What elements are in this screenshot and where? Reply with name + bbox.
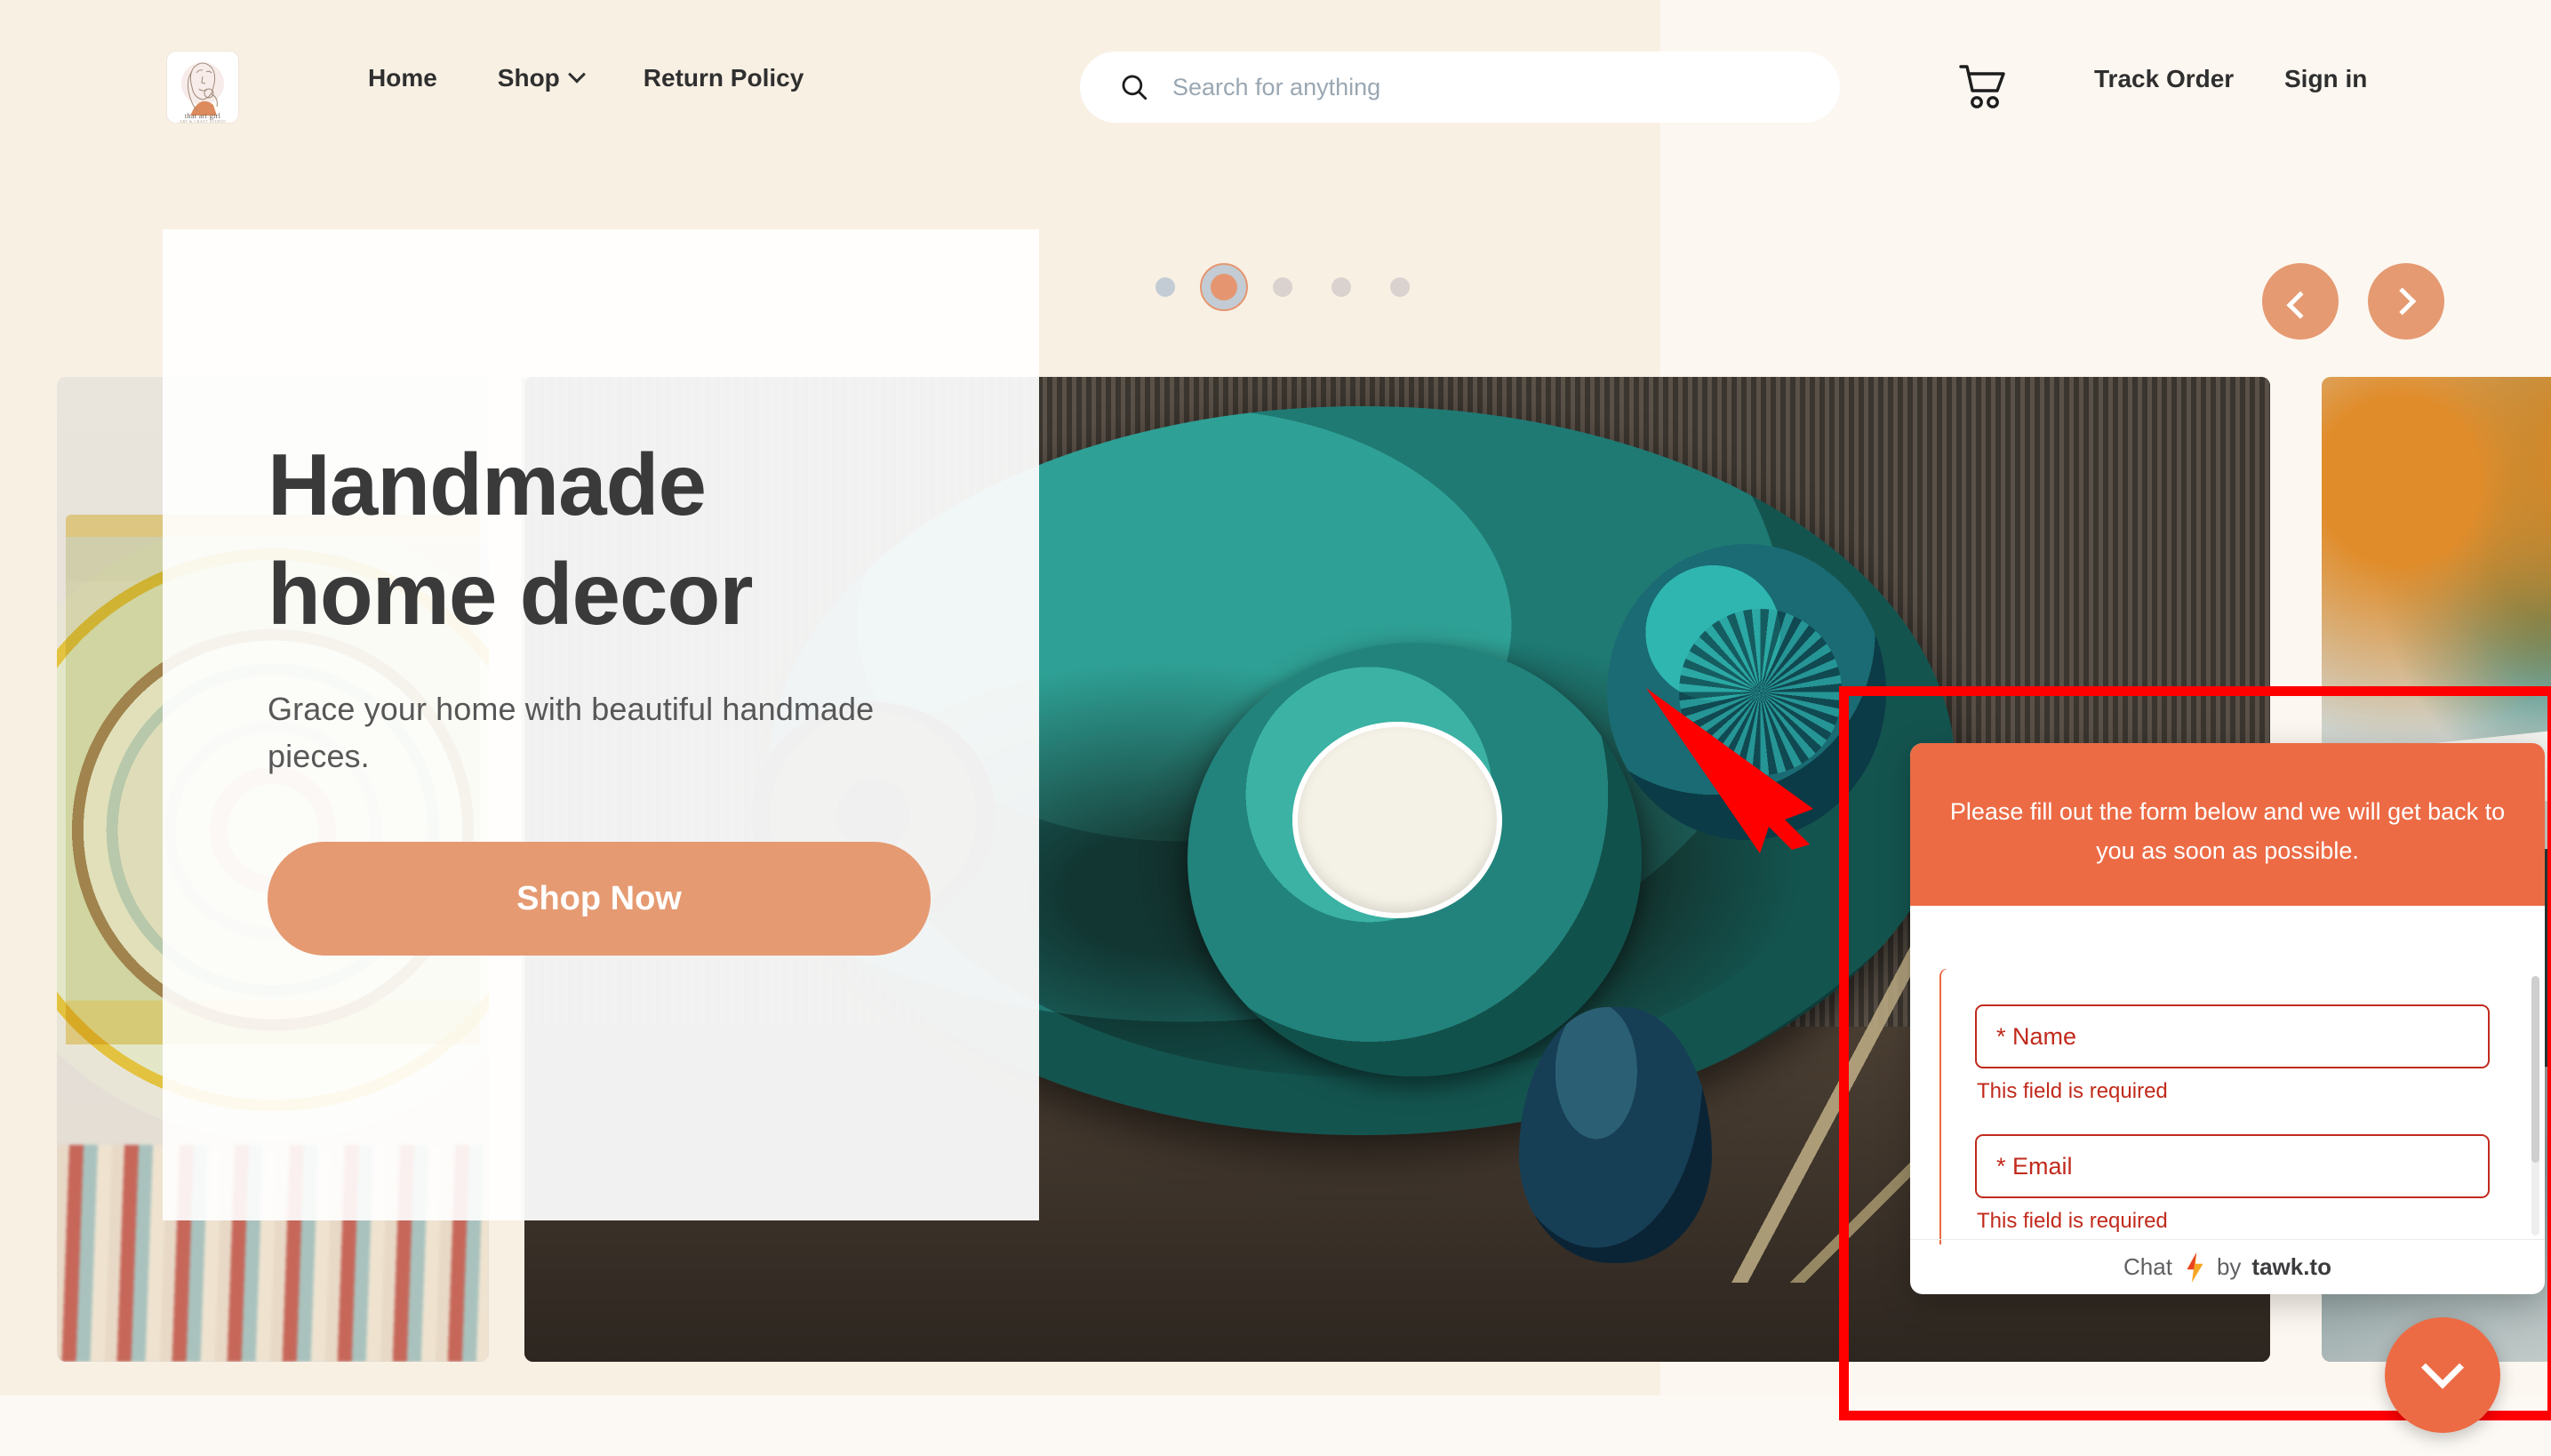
chevron-left-icon	[2286, 291, 2315, 319]
search-icon	[1122, 75, 1148, 100]
chat-form-scrollbar-thumb[interactable]	[2531, 976, 2539, 1163]
hero-title: Handmade home decor	[268, 430, 979, 650]
chat-email-field-label: * Email	[1996, 1152, 2073, 1180]
chat-name-field-error: This field is required	[1977, 1079, 2168, 1103]
chat-widget-footer[interactable]: Chat by tawk.to	[1910, 1239, 2545, 1294]
nav-item-return-policy-label: Return Policy	[643, 64, 804, 92]
hero-text-card: Handmade home decor Grace your home with…	[163, 229, 1039, 1220]
carousel-prev-button[interactable]	[2262, 263, 2339, 340]
nav-item-home[interactable]: Home	[338, 64, 468, 92]
hero-subtitle: Grace your home with beautiful handmade …	[268, 690, 875, 775]
carousel-dot-4[interactable]	[1331, 277, 1351, 297]
nav-item-shop-label: Shop	[497, 64, 560, 92]
chevron-down-icon	[2420, 1346, 2465, 1389]
primary-navigation: Home Shop Return Policy	[338, 64, 834, 92]
chat-email-field[interactable]: * Email	[1975, 1134, 2490, 1198]
page-root: that art girl ART & CRAFT STUDIO Home Sh…	[0, 0, 2551, 1456]
search-bar[interactable]: Search for anything	[1080, 52, 1840, 123]
chat-minimize-button[interactable]	[2385, 1317, 2500, 1433]
carousel-dot-1[interactable]	[1156, 277, 1175, 297]
chat-form-scrollbar[interactable]	[2531, 976, 2539, 1236]
chat-intro-text: Please fill out the form below and we wi…	[1949, 798, 2506, 864]
background-band-bottom	[0, 1396, 2551, 1456]
carousel-dot-active-fill	[1211, 274, 1237, 300]
nav-item-shop[interactable]: Shop	[468, 64, 613, 92]
chevron-down-icon	[567, 65, 586, 84]
hero-title-line-1: Handmade	[268, 436, 707, 533]
hero-content: Handmade home decor Grace your home with…	[268, 430, 979, 956]
carousel-dot-2-active[interactable]	[1200, 263, 1248, 311]
carousel-next-button[interactable]	[2368, 263, 2444, 340]
nav-item-return-policy[interactable]: Return Policy	[613, 64, 834, 92]
shop-now-button[interactable]: Shop Now	[268, 842, 931, 956]
logo-tagline: ART & CRAFT STUDIO	[179, 118, 227, 123]
sign-in-link[interactable]: Sign in	[2284, 65, 2367, 93]
chat-name-field[interactable]: * Name	[1975, 1004, 2490, 1068]
track-order-link[interactable]: Track Order	[2094, 65, 2234, 93]
tawk-chat-widget[interactable]: Please fill out the form below and we wi…	[1910, 743, 2545, 1294]
chat-footer-brand: tawk.to	[2251, 1253, 2331, 1280]
chat-form: * Name This field is required * Email Th…	[1941, 969, 2523, 1244]
lightning-bolt-icon	[2187, 1252, 2203, 1283]
search-input[interactable]: Search for anything	[1172, 74, 1380, 101]
site-logo[interactable]: that art girl ART & CRAFT STUDIO	[167, 52, 238, 123]
chat-name-field-label: * Name	[1996, 1022, 2077, 1050]
chat-footer-by-label: by	[2216, 1253, 2242, 1280]
carousel-dot-3[interactable]	[1273, 277, 1292, 297]
site-header: that art girl ART & CRAFT STUDIO Home Sh…	[0, 0, 2551, 176]
pottery-textured-sphere	[1606, 544, 1886, 840]
chat-email-field-error: This field is required	[1977, 1209, 2168, 1233]
carousel-dots	[1156, 263, 1410, 311]
chat-footer-chat-label: Chat	[2123, 1253, 2172, 1280]
pottery-blue-vase	[1519, 1007, 1712, 1264]
hero-title-line-2: home decor	[268, 545, 753, 644]
nav-item-home-label: Home	[368, 64, 437, 92]
shopping-cart-icon[interactable]	[1958, 64, 2008, 110]
chevron-right-icon	[2388, 287, 2417, 316]
pottery-white-cup	[1292, 721, 1502, 919]
chat-widget-header: Please fill out the form below and we wi…	[1910, 743, 2545, 907]
carousel-dot-5[interactable]	[1390, 277, 1410, 297]
